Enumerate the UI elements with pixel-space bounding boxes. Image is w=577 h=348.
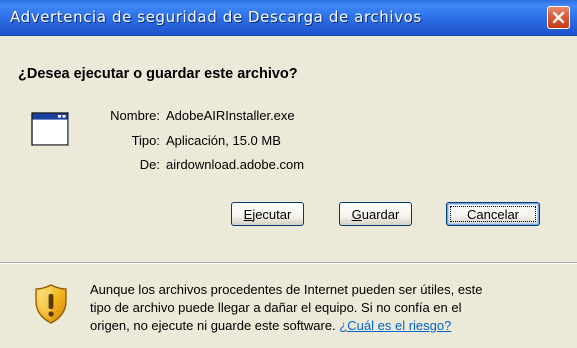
save-button-label: Guardar bbox=[351, 206, 400, 222]
file-source-label: De: bbox=[139, 157, 160, 172]
file-name-label: Nombre: bbox=[110, 108, 160, 123]
separator-highlight bbox=[0, 263, 577, 264]
warning-line-2: tipo de archivo puede llegar a dañar el … bbox=[90, 300, 462, 315]
warning-line-3-text: origen, no ejecute ni guarde este softwa… bbox=[90, 318, 336, 333]
close-icon bbox=[552, 11, 565, 24]
dialog-question: ¿Desea ejecutar o guardar este archivo? bbox=[18, 66, 298, 82]
focus-rectangle bbox=[450, 206, 536, 222]
file-type-value: Aplicación, 15.0 MB bbox=[166, 133, 281, 148]
file-source-value: airdownload.adobe.com bbox=[166, 157, 305, 172]
security-warning-text: Aunque los archivos procedentes de Inter… bbox=[90, 281, 510, 335]
cancel-button[interactable]: Cancelar bbox=[446, 202, 540, 226]
risk-help-link[interactable]: ¿Cuál es el riesgo? bbox=[339, 318, 451, 333]
run-button[interactable]: Ejecutar bbox=[231, 202, 304, 226]
file-type-label: Tipo: bbox=[131, 133, 160, 148]
warning-line-1: Aunque los archivos procedentes de Inter… bbox=[90, 282, 483, 297]
window-title: Advertencia de seguridad de Descarga de … bbox=[10, 8, 422, 26]
dialog-body: ¿Desea ejecutar o guardar este archivo? … bbox=[0, 36, 577, 348]
run-button-label: Ejecutar bbox=[243, 206, 292, 222]
save-button[interactable]: Guardar bbox=[339, 202, 412, 226]
warning-line-3: origen, no ejecute ni guarde este softwa… bbox=[90, 317, 510, 335]
close-button[interactable] bbox=[547, 6, 570, 29]
title-bar[interactable]: Advertencia de seguridad de Descarga de … bbox=[0, 0, 577, 36]
security-shield-icon bbox=[35, 284, 67, 324]
file-name-value: AdobeAIRInstaller.exe bbox=[166, 108, 295, 123]
